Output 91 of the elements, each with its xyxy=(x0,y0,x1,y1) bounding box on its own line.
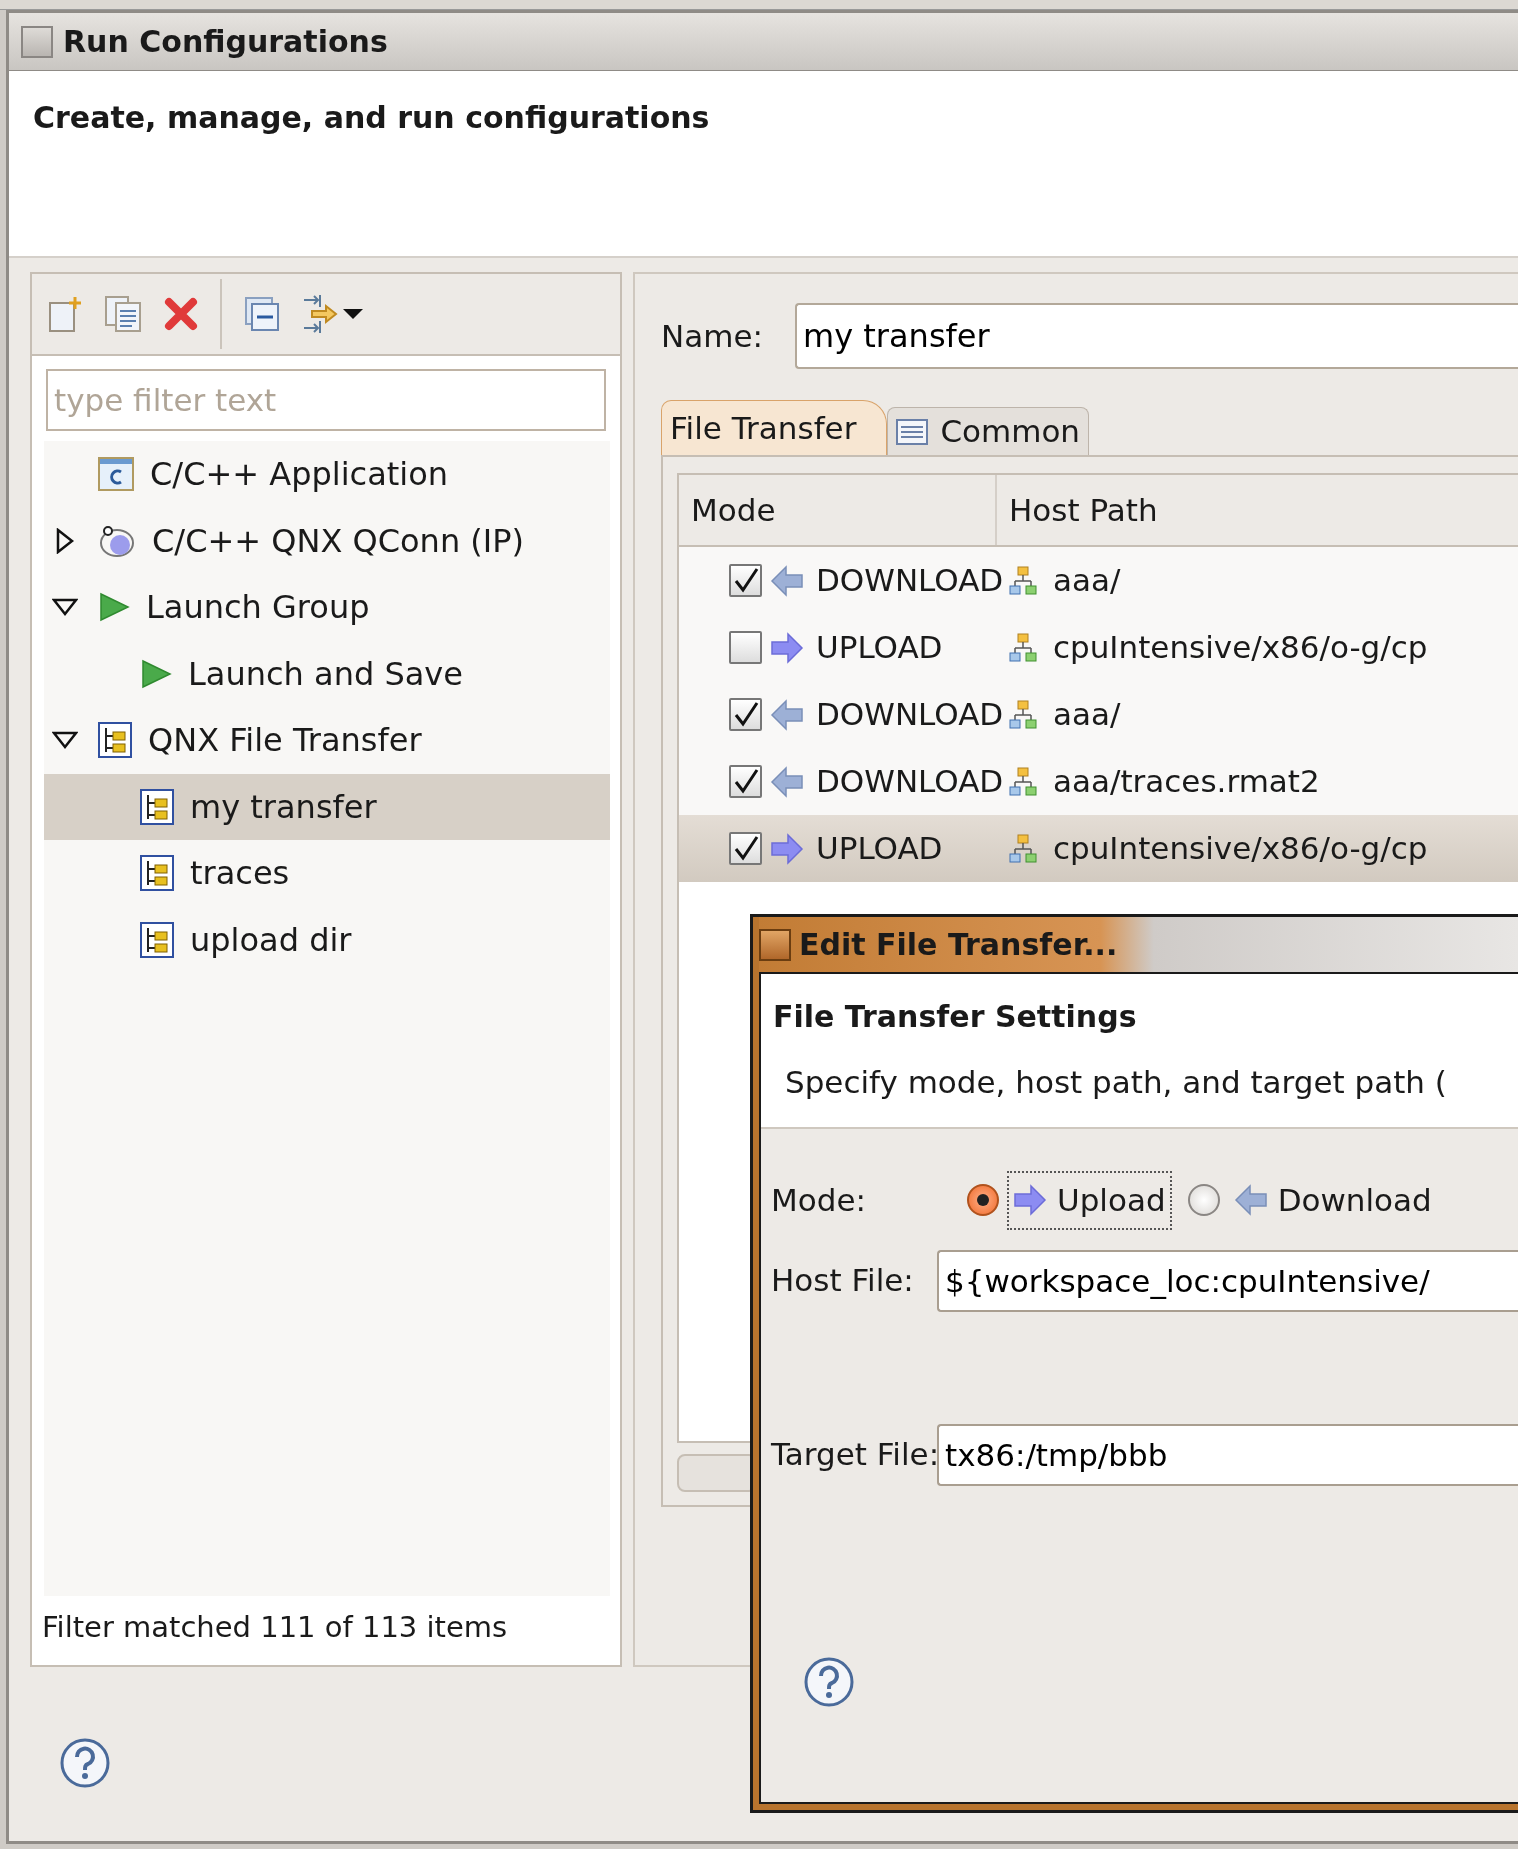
document-plus-button[interactable] xyxy=(48,295,82,333)
right-arrow-icon xyxy=(1013,1184,1047,1217)
target-file-field[interactable]: tx86:/tmp/bbb xyxy=(937,1423,1518,1486)
host-file-label: Host File: xyxy=(770,1261,915,1301)
checkbox[interactable] xyxy=(729,698,762,731)
target-file-label: Target File: xyxy=(770,1435,937,1475)
delete-icon xyxy=(164,297,198,331)
tree-item[interactable]: my transfer xyxy=(44,773,610,840)
copy-documents-icon xyxy=(104,295,142,333)
tree-item[interactable]: Launch and Save xyxy=(44,640,610,707)
dialog-description: Specify mode, host path, and target path ( xyxy=(785,1063,1448,1102)
window-menu-box[interactable] xyxy=(759,928,791,961)
play-icon xyxy=(98,592,130,623)
folder-tree-icon xyxy=(140,921,174,958)
column-header[interactable]: Host Path xyxy=(997,475,1497,545)
left-arrow-icon xyxy=(770,765,804,798)
collapse-all-icon xyxy=(244,296,280,332)
folder-tree-icon xyxy=(98,722,132,759)
right-arrow-icon xyxy=(770,832,804,865)
window-title: Run Configurations xyxy=(63,23,388,61)
radio-label[interactable]: Download xyxy=(1227,1171,1438,1230)
mode-text: UPLOAD xyxy=(816,628,943,668)
checkbox[interactable] xyxy=(729,631,762,664)
help-icon[interactable] xyxy=(803,1655,855,1708)
application-window-icon xyxy=(98,457,134,492)
filter-field[interactable]: type filter text xyxy=(46,369,606,431)
table-row[interactable]: DOWNLOAD aaa/ xyxy=(679,547,1518,614)
host-path-text: cpuIntensive/x86/o-g/cp xyxy=(1053,829,1428,869)
table-row[interactable]: UPLOAD cpuIntensive/x86/o-g/cp xyxy=(679,614,1518,681)
tree-item[interactable]: QNX File Transfer xyxy=(44,707,610,774)
header-message: Create, manage, and run configurations xyxy=(33,99,711,137)
checkbox[interactable] xyxy=(729,564,762,597)
dialog-title: Edit File Transfer... xyxy=(799,926,1118,964)
expand-triangle-icon[interactable] xyxy=(55,527,75,554)
network-icon xyxy=(1009,833,1037,864)
tab[interactable]: Common xyxy=(887,407,1089,455)
mode-text: DOWNLOAD xyxy=(816,695,1004,735)
filter-status: Filter matched 111 of 113 items xyxy=(41,1609,509,1646)
radio-label[interactable]: Upload xyxy=(1007,1171,1172,1230)
copy-documents-button[interactable] xyxy=(104,295,142,333)
tree-item[interactable]: traces xyxy=(44,840,610,907)
mode-text: DOWNLOAD xyxy=(816,561,1004,601)
left-arrow-icon xyxy=(1233,1184,1268,1217)
mode-text: DOWNLOAD xyxy=(816,762,1004,802)
check-icon xyxy=(732,835,759,862)
tree-item[interactable]: C/C++ Application xyxy=(44,441,610,508)
table-row[interactable]: DOWNLOAD aaa/ xyxy=(679,681,1518,748)
document-plus-icon xyxy=(48,295,82,333)
tree-item[interactable]: C/C++ QNX QConn (IP) xyxy=(44,507,610,574)
name-field[interactable]: my transfer xyxy=(795,303,1518,369)
help-icon[interactable] xyxy=(59,1737,111,1789)
mode-label: Mode: xyxy=(770,1181,867,1220)
play-icon xyxy=(140,658,172,689)
checkbox[interactable] xyxy=(729,832,762,865)
folder-tree-icon xyxy=(140,855,174,892)
tree-item[interactable]: upload dir xyxy=(44,906,610,973)
tab[interactable]: File Transfer xyxy=(661,400,888,455)
table-row[interactable]: UPLOAD cpuIntensive/x86/o-g/cp xyxy=(679,815,1518,882)
left-arrow-icon xyxy=(770,564,804,597)
host-file-field[interactable]: ${workspace_loc:cpuIntensive/ xyxy=(937,1249,1518,1312)
network-icon xyxy=(1009,632,1037,663)
check-icon xyxy=(732,701,759,728)
radio-button[interactable] xyxy=(967,1184,999,1217)
collapse-triangle-icon[interactable] xyxy=(52,597,78,618)
window-menu-box[interactable] xyxy=(21,25,53,58)
folder-tree-icon xyxy=(140,788,174,825)
column-header[interactable]: Mode xyxy=(679,475,997,545)
host-path-text: aaa/traces.rmat2 xyxy=(1053,762,1320,802)
collapse-triangle-icon[interactable] xyxy=(52,730,78,751)
dialog-heading: File Transfer Settings xyxy=(773,998,1138,1036)
host-path-text: cpuIntensive/x86/o-g/cp xyxy=(1053,628,1428,668)
check-icon xyxy=(732,768,759,795)
delete-button[interactable] xyxy=(164,297,198,331)
radio-button[interactable] xyxy=(1187,1184,1220,1217)
dropdown-caret-icon[interactable] xyxy=(342,307,364,321)
network-icon xyxy=(1009,699,1037,730)
host-path-text: aaa/ xyxy=(1053,561,1121,601)
name-label: Name: xyxy=(661,316,764,356)
table-row[interactable]: DOWNLOAD aaa/traces.rmat2 xyxy=(679,748,1518,815)
left-arrow-icon xyxy=(770,698,804,731)
list-window-icon xyxy=(896,418,929,445)
tree-item[interactable]: Launch Group xyxy=(44,574,610,641)
collapse-all-button[interactable] xyxy=(244,296,280,332)
right-arrow-icon xyxy=(770,631,804,664)
host-path-text: aaa/ xyxy=(1053,695,1121,735)
checkbox[interactable] xyxy=(729,765,762,798)
check-icon xyxy=(732,567,759,594)
network-icon xyxy=(1009,766,1037,797)
filter-arrows-button[interactable] xyxy=(302,294,364,334)
network-icon xyxy=(1009,565,1037,596)
mode-text: UPLOAD xyxy=(816,829,943,869)
